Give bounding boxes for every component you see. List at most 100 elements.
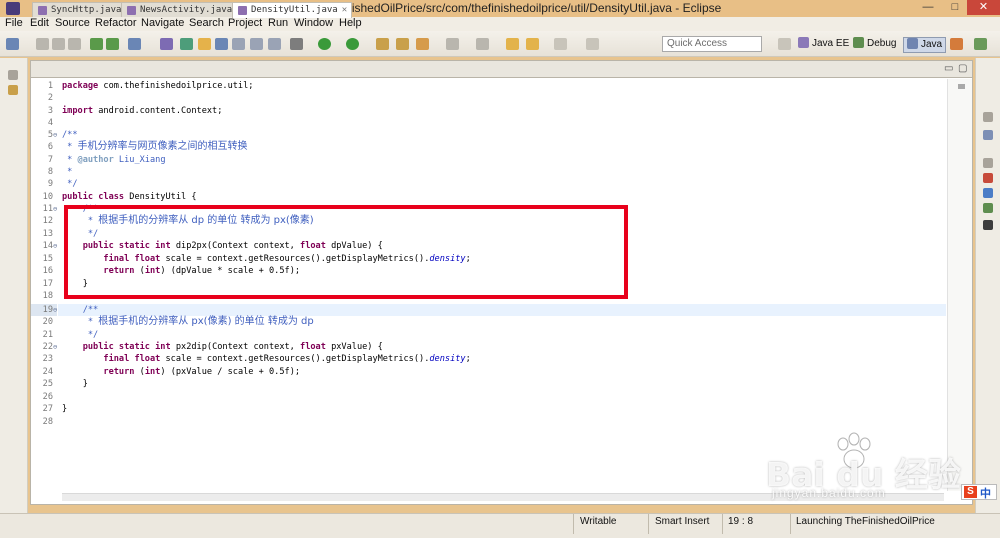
code-line[interactable]: 23 final float scale = context.getResour… <box>31 353 946 365</box>
close-button[interactable]: ✕ <box>967 0 1000 15</box>
code-line[interactable]: 26 <box>31 391 946 403</box>
console-icon[interactable] <box>983 220 993 230</box>
menu-project[interactable]: Project <box>228 17 262 29</box>
toggle-icon[interactable] <box>215 38 228 50</box>
menu-file[interactable]: File <box>5 17 23 29</box>
status-separator <box>722 514 723 534</box>
external-tools-icon[interactable] <box>346 38 359 50</box>
next-annotation-icon[interactable] <box>476 38 489 50</box>
declaration-icon[interactable] <box>983 203 993 213</box>
code-line[interactable]: 2 <box>31 92 946 104</box>
new-icon[interactable] <box>6 38 19 50</box>
code-line[interactable]: 21 */ <box>31 329 946 341</box>
line-number: 2 <box>47 93 53 103</box>
minimize-button[interactable]: — <box>915 0 941 15</box>
status-background-job[interactable]: Launching TheFinishedOilPrice <box>796 516 935 530</box>
code-line[interactable]: 25 } <box>31 378 946 390</box>
code-line[interactable]: 10 public class DensityUtil { <box>31 191 946 203</box>
save-icon[interactable] <box>36 38 49 50</box>
open-folder-icon[interactable] <box>416 38 429 50</box>
code-line[interactable]: 7 * @author Liu_Xiang <box>31 154 946 166</box>
code-line[interactable]: 19 ⊖ /** <box>31 304 946 316</box>
line-number: 23 <box>42 354 53 364</box>
print-icon[interactable] <box>68 38 81 50</box>
javadoc-icon[interactable] <box>983 188 993 198</box>
code-line[interactable]: 27} <box>31 403 946 415</box>
fold-collapse-icon[interactable]: ⊖ <box>53 129 57 141</box>
main-toolbar <box>0 31 1000 57</box>
extra-perspective-icon-2[interactable] <box>974 38 987 50</box>
code-line[interactable]: 3 import android.content.Context; <box>31 105 946 117</box>
menu-search[interactable]: Search <box>189 17 224 29</box>
code-line[interactable]: 28 <box>31 416 946 428</box>
open-perspective-icon[interactable] <box>778 38 791 50</box>
fold-collapse-icon[interactable]: ⊖ <box>53 240 57 252</box>
code-line[interactable]: 22 ⊖ public static int px2dip(Context con… <box>31 341 946 353</box>
code-line[interactable]: 4 <box>31 117 946 129</box>
code-line[interactable]: 20 * 根据手机的分辨率从 px(像素) 的单位 转成为 dp <box>31 316 946 328</box>
restore-icon[interactable] <box>8 70 18 80</box>
debug-icon[interactable] <box>290 38 303 50</box>
block-select-icon[interactable] <box>232 38 245 50</box>
code-line[interactable]: 24 return (int) (pxValue / scale + 0.5f)… <box>31 366 946 378</box>
avd-manager-icon[interactable] <box>106 38 119 50</box>
code-line[interactable]: 5 ⊖/** <box>31 129 946 141</box>
quick-access-input[interactable]: Quick Access <box>662 36 762 52</box>
perspective-java-ee[interactable]: Java EE <box>798 37 849 53</box>
open-type-icon[interactable] <box>160 38 173 50</box>
watermark-url: jingyan.baidu.com <box>772 486 886 500</box>
fold-collapse-icon[interactable]: ⊖ <box>53 304 57 316</box>
line-number: 19 <box>42 305 53 315</box>
restore-icon-right[interactable] <box>983 112 993 122</box>
tab-synchttp[interactable]: SyncHttp.java <box>32 2 127 17</box>
maximize-editor-icon[interactable]: ▢ <box>958 63 967 74</box>
fold-collapse-icon[interactable]: ⊖ <box>53 203 57 215</box>
search-icon[interactable] <box>180 38 193 50</box>
fold-collapse-icon[interactable]: ⊖ <box>53 341 57 353</box>
code-line[interactable]: 1 package com.thefinishedoilprice.util; <box>31 80 946 92</box>
tab-densityutil[interactable]: DensityUtil.java ✕ <box>232 2 353 18</box>
mark-occurrences-icon[interactable] <box>198 38 211 50</box>
code-line[interactable]: 8 * <box>31 166 946 178</box>
line-number: 7 <box>47 155 53 165</box>
menu-source[interactable]: Source <box>55 17 90 29</box>
problems-icon[interactable] <box>983 173 993 183</box>
extra-perspective-icon[interactable] <box>950 38 963 50</box>
package-explorer-icon[interactable] <box>8 85 18 95</box>
menu-refactor[interactable]: Refactor <box>95 17 137 29</box>
forward-icon[interactable] <box>554 38 567 50</box>
ime-indicator[interactable]: S 中 <box>961 484 997 500</box>
menu-run[interactable]: Run <box>268 17 288 29</box>
maximize-button[interactable]: □ <box>942 0 968 15</box>
menu-edit[interactable]: Edit <box>30 17 49 29</box>
run-icon[interactable] <box>318 38 331 50</box>
annotation-icon[interactable] <box>446 38 459 50</box>
last-edit-icon[interactable] <box>506 38 519 50</box>
menu-help[interactable]: Help <box>339 17 362 29</box>
status-cursor-position: 19 : 8 <box>728 516 754 527</box>
tab-close-icon[interactable]: ✕ <box>342 5 347 15</box>
outline-icon[interactable] <box>983 130 993 140</box>
back-icon[interactable] <box>526 38 539 50</box>
menu-window[interactable]: Window <box>294 17 333 29</box>
menu-navigate[interactable]: Navigate <box>141 17 184 29</box>
line-number: 28 <box>42 417 53 427</box>
status-separator <box>648 514 649 534</box>
save-all-icon[interactable] <box>52 38 65 50</box>
android-sdk-icon[interactable] <box>90 38 103 50</box>
status-insert-mode: Smart Insert <box>655 516 710 527</box>
pin-icon[interactable] <box>586 38 599 50</box>
new-package-icon[interactable] <box>376 38 389 50</box>
restore-icon-right-2[interactable] <box>983 158 993 168</box>
perspective-java[interactable]: Java <box>903 37 947 53</box>
code-line[interactable]: 9 */ <box>31 178 946 190</box>
minimize-editor-icon[interactable]: ▭ <box>944 63 953 74</box>
show-whitespace-icon[interactable] <box>250 38 263 50</box>
overview-ruler[interactable] <box>947 79 972 491</box>
checkbox-icon[interactable] <box>128 38 141 50</box>
perspective-debug[interactable]: Debug <box>853 37 896 53</box>
code-line[interactable]: 6 * 手机分辨率与网页像素之间的相互转换 <box>31 141 946 153</box>
pilcrow-icon[interactable] <box>268 38 281 50</box>
new-class-icon[interactable] <box>396 38 409 50</box>
tab-newsactivity[interactable]: NewsActivity.java <box>121 2 238 17</box>
